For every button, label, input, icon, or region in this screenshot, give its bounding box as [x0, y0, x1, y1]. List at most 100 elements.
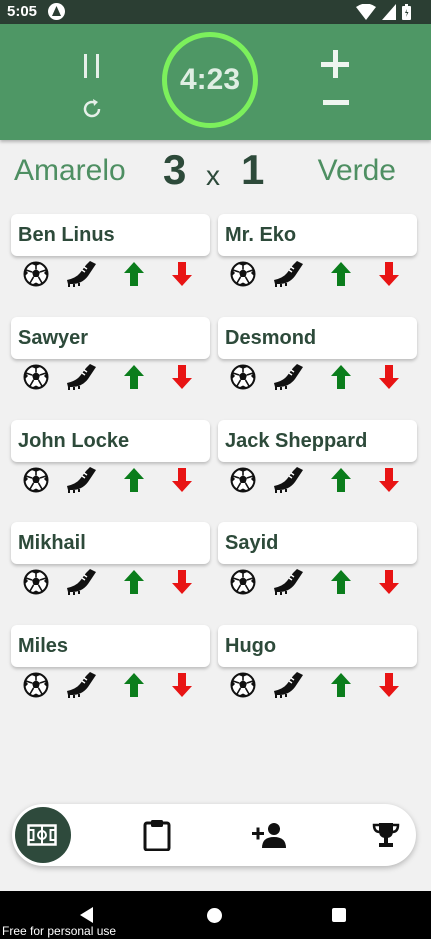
player-name-card[interactable]: Desmond [218, 316, 417, 359]
demote-button[interactable] [374, 363, 404, 391]
demote-button[interactable] [374, 568, 404, 596]
home-icon[interactable] [207, 908, 222, 923]
assist-button[interactable] [67, 568, 97, 596]
assist-button[interactable] [67, 466, 97, 494]
back-icon[interactable] [80, 907, 93, 923]
player-actions [11, 256, 210, 290]
timer-value: 4:23 [179, 63, 241, 96]
player-name-card[interactable]: Miles [11, 625, 210, 667]
arrow-up-icon [331, 570, 351, 595]
player-name-card[interactable]: Sayid [218, 522, 417, 565]
assist-button[interactable] [274, 260, 304, 288]
team-left-name: Amarelo [14, 154, 126, 187]
wifi-icon [356, 4, 376, 20]
promote-button[interactable] [119, 466, 149, 494]
demote-button[interactable] [167, 568, 197, 596]
soccer-cleat-icon [66, 466, 98, 494]
player-card: Desmond [218, 316, 417, 407]
reset-icon[interactable] [79, 96, 105, 122]
soccer-ball-icon [23, 467, 49, 493]
player-name-card[interactable]: Mr. Eko [218, 214, 417, 256]
recents-icon[interactable] [332, 908, 346, 922]
player-name-card[interactable]: Sawyer [11, 316, 210, 359]
assist-button[interactable] [67, 363, 97, 391]
player-name: John Locke [18, 429, 130, 452]
player-name: Hugo [225, 635, 277, 657]
minus-icon[interactable] [323, 100, 349, 105]
player-name: Ben Linus [18, 224, 115, 246]
player-name-card[interactable]: Hugo [218, 625, 417, 667]
assist-button[interactable] [274, 671, 304, 699]
arrow-up-icon [331, 364, 351, 389]
demote-button[interactable] [374, 466, 404, 494]
demote-button[interactable] [167, 466, 197, 494]
assist-button[interactable] [274, 466, 304, 494]
player-actions [11, 667, 210, 701]
demote-button[interactable] [374, 671, 404, 699]
promote-button[interactable] [326, 568, 356, 596]
goal-button[interactable] [21, 671, 51, 699]
goal-button[interactable] [228, 363, 258, 391]
arrow-up-icon [331, 673, 351, 697]
player-name: Miles [18, 635, 69, 657]
demote-button[interactable] [167, 260, 197, 288]
assist-button[interactable] [67, 671, 97, 699]
player-actions [218, 256, 417, 290]
arrow-down-icon [379, 467, 399, 492]
arrow-down-icon [172, 364, 192, 389]
nav-add-player[interactable] [240, 804, 300, 866]
soccer-cleat-icon [273, 568, 305, 596]
soccer-ball-icon [23, 364, 49, 390]
demote-button[interactable] [167, 671, 197, 699]
goal-button[interactable] [21, 466, 51, 494]
watermark: Free for personal use [2, 924, 117, 938]
demote-button[interactable] [374, 260, 404, 288]
pause-icon[interactable] [81, 54, 103, 78]
arrow-up-icon [124, 364, 144, 389]
player-name-card[interactable]: Ben Linus [11, 214, 210, 256]
match-timer[interactable]: 4:23 [162, 32, 258, 128]
promote-button[interactable] [326, 671, 356, 699]
goal-button[interactable] [21, 568, 51, 596]
team-left-score: 3 [163, 146, 187, 193]
assist-button[interactable] [67, 260, 97, 288]
promote-button[interactable] [326, 466, 356, 494]
soccer-ball-icon [23, 672, 49, 698]
assist-button[interactable] [274, 363, 304, 391]
goal-button[interactable] [228, 568, 258, 596]
trophy-icon [372, 823, 400, 847]
assist-button[interactable] [274, 568, 304, 596]
demote-button[interactable] [167, 363, 197, 391]
player-name: Sayid [225, 532, 279, 555]
nav-field[interactable] [12, 804, 72, 866]
goal-button[interactable] [21, 260, 51, 288]
player-name-card[interactable]: Mikhail [11, 522, 210, 565]
goal-button[interactable] [21, 363, 51, 391]
player-actions [218, 667, 417, 701]
player-card: Miles [11, 625, 210, 715]
promote-button[interactable] [119, 363, 149, 391]
bottom-nav [12, 804, 416, 866]
player-name: Mr. Eko [225, 224, 297, 246]
arrow-down-icon [172, 467, 192, 492]
player-name-card[interactable]: John Locke [11, 419, 210, 462]
player-actions [218, 564, 417, 598]
arrow-up-icon [331, 262, 351, 286]
goal-button[interactable] [228, 671, 258, 699]
player-name-card[interactable]: Jack Sheppard [218, 419, 417, 462]
promote-button[interactable] [119, 671, 149, 699]
soccer-ball-icon [230, 467, 256, 493]
goal-button[interactable] [228, 260, 258, 288]
player-actions [11, 359, 210, 393]
player-actions [218, 359, 417, 393]
nav-clipboard[interactable] [127, 804, 187, 866]
plus-icon[interactable] [321, 50, 349, 78]
promote-button[interactable] [326, 363, 356, 391]
soccer-cleat-icon [66, 260, 98, 288]
promote-button[interactable] [119, 568, 149, 596]
promote-button[interactable] [326, 260, 356, 288]
goal-button[interactable] [228, 466, 258, 494]
status-time: 5:05 [7, 3, 38, 20]
nav-ranking[interactable] [356, 804, 416, 866]
promote-button[interactable] [119, 260, 149, 288]
